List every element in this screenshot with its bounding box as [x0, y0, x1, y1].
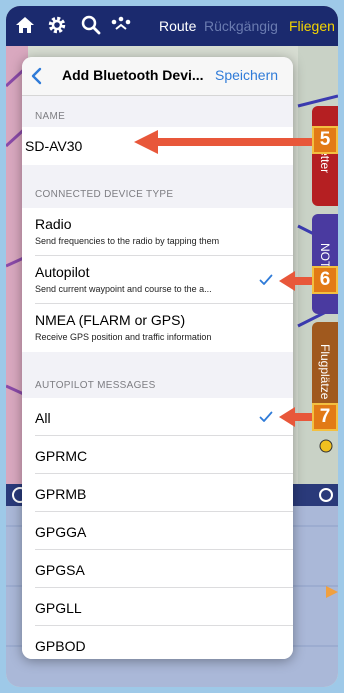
autopilot-message-gpbod[interactable]: GPBOD [22, 626, 293, 659]
list-item-title: NMEA (FLARM or GPS) [35, 312, 186, 328]
list-item-subtitle: Send current waypoint and course to the … [35, 284, 212, 294]
home-icon[interactable] [14, 14, 36, 36]
name-field[interactable]: SD-AV30 [25, 138, 82, 154]
list-item-label: GPRMC [35, 448, 88, 464]
autopilot-message-all[interactable]: All [22, 398, 293, 436]
callout-7: 7 [312, 403, 338, 431]
list-item-label: GPGSA [35, 562, 85, 578]
route-button[interactable]: Route [159, 18, 196, 34]
autopilot-message-gpgll[interactable]: GPGLL [22, 588, 293, 626]
device-type-section-header: CONNECTED DEVICE TYPE [35, 189, 174, 200]
undo-button[interactable]: Rückgängig [204, 18, 278, 34]
name-section-header: NAME [35, 111, 66, 122]
autopilot-message-gpgga[interactable]: GPGGA [22, 512, 293, 550]
callout-5: 5 [312, 126, 338, 154]
list-item-subtitle: Receive GPS position and traffic informa… [35, 332, 212, 342]
checkmark-icon [259, 274, 273, 285]
autopilot-section-header: AUTOPILOT MESSAGES [35, 380, 156, 391]
autopilot-message-gprmb[interactable]: GPRMB [22, 474, 293, 512]
fly-button[interactable]: Fliegen [289, 18, 335, 34]
list-item-label: GPRMB [35, 486, 87, 502]
list-item-label: All [35, 410, 51, 426]
list-item-title: Autopilot [35, 264, 90, 280]
list-item-label: GPGLL [35, 600, 82, 616]
autopilot-message-gpgsa[interactable]: GPGSA [22, 550, 293, 588]
list-item-subtitle: Send frequencies to the radio by tapping… [35, 236, 220, 246]
autopilot-message-gprmc[interactable]: GPRMC [22, 436, 293, 474]
chevron-left-icon[interactable] [28, 65, 46, 87]
list-item-title: Radio [35, 216, 72, 232]
list-item-label: GPGGA [35, 524, 87, 540]
tab-airports-label: Flugplätze [318, 344, 332, 400]
search-icon[interactable] [80, 14, 102, 36]
device-type-radio[interactable]: Radio Send frequencies to the radio by t… [22, 208, 293, 256]
save-button[interactable]: Speichern [215, 67, 278, 83]
list-item-label: GPBOD [35, 638, 86, 654]
arrow-5 [134, 130, 314, 154]
top-toolbar: Route Rückgängig Fliegen [6, 6, 338, 46]
gear-icon[interactable] [46, 14, 68, 36]
callout-6: 6 [312, 266, 338, 294]
checkmark-icon [259, 411, 273, 422]
nav-bar: Add Bluetooth Devi... Speichern [22, 57, 293, 96]
device-type-nmea[interactable]: NMEA (FLARM or GPS) Receive GPS position… [22, 304, 293, 352]
waypoint-menu-icon[interactable] [110, 14, 132, 36]
tab-notam[interactable]: NOTAM [312, 214, 338, 314]
device-type-autopilot[interactable]: Autopilot Send current waypoint and cour… [22, 256, 293, 304]
page-title: Add Bluetooth Devi... [62, 67, 204, 83]
